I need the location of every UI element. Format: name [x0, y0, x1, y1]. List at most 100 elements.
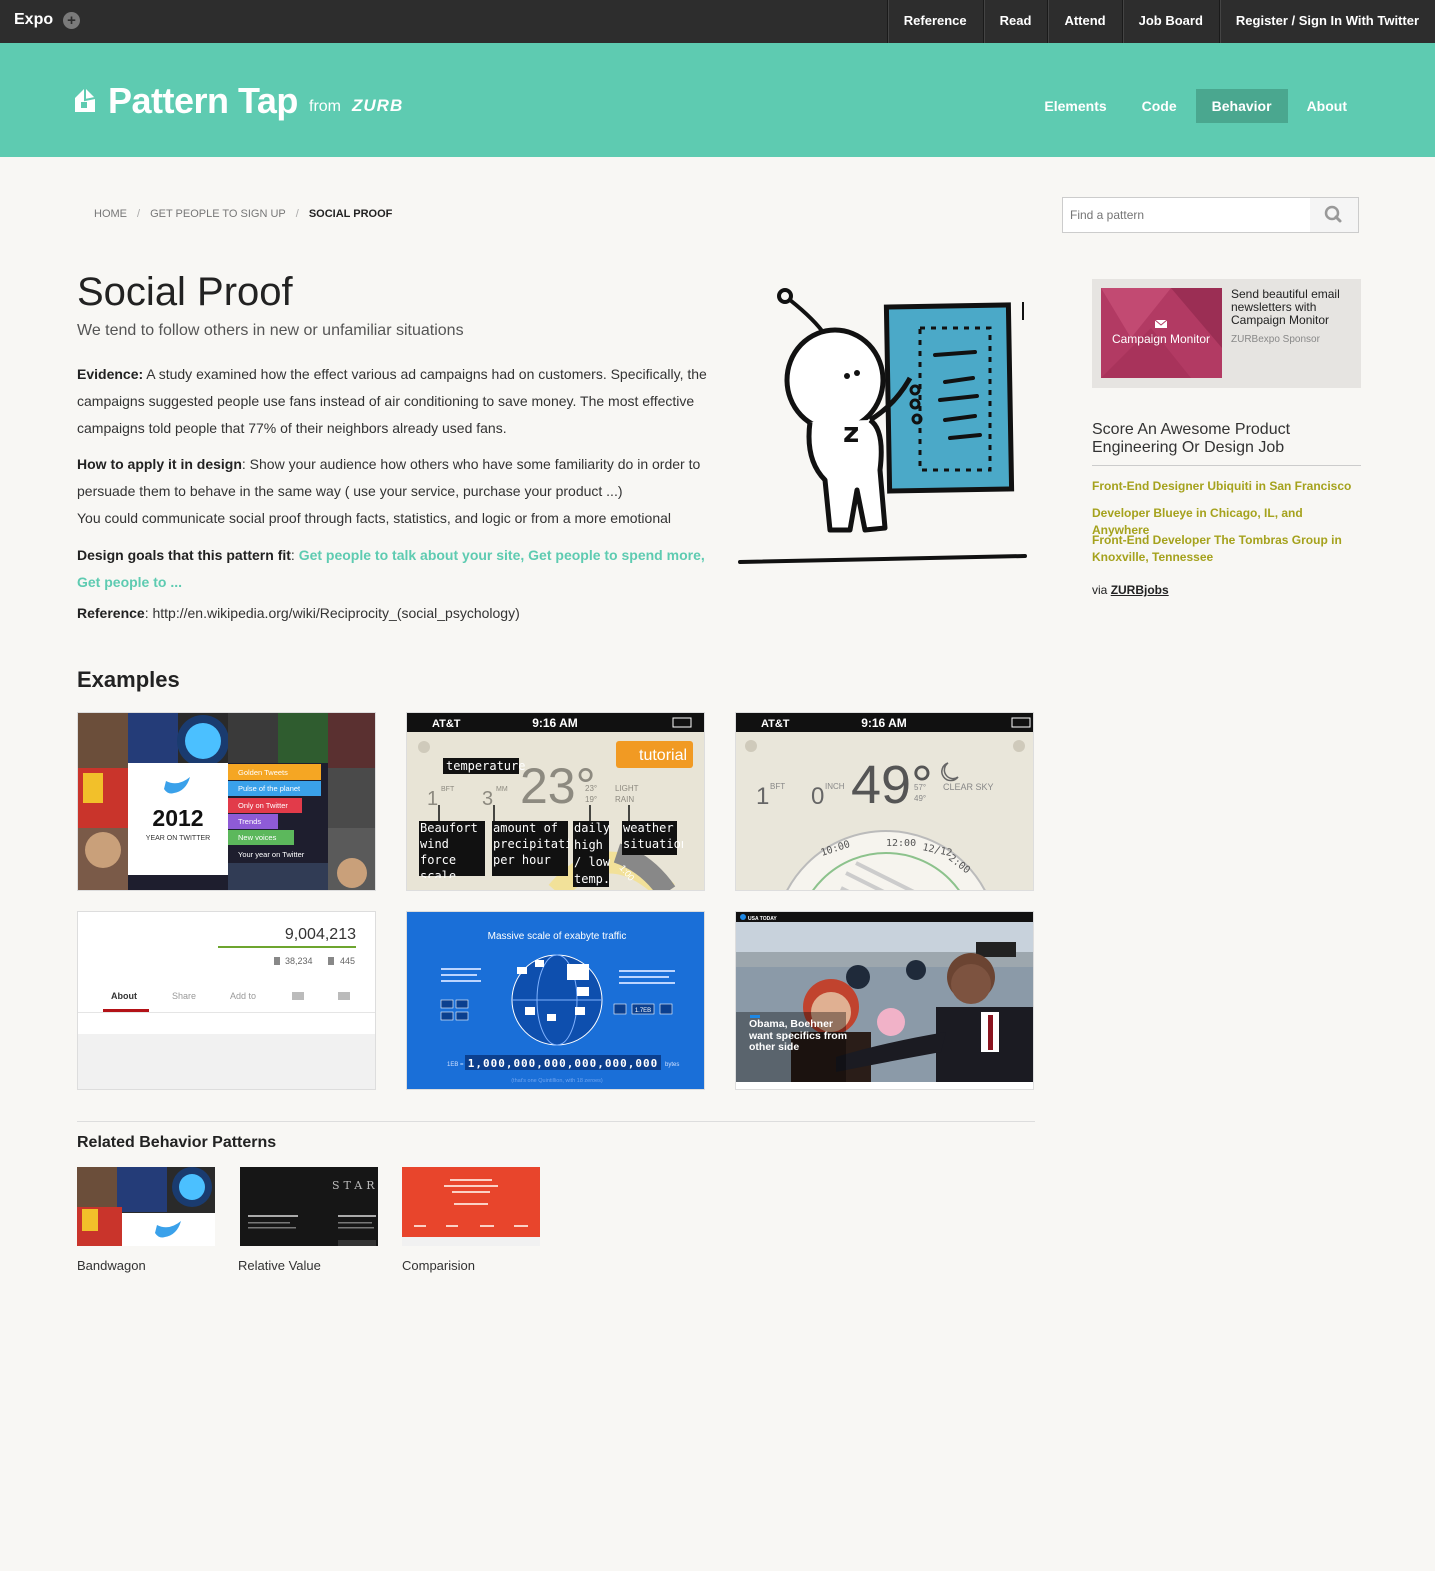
related-comparision-thumb[interactable]	[402, 1167, 540, 1246]
top-nav-register[interactable]: Register / Sign In With Twitter	[1218, 0, 1435, 43]
example-weather[interactable]: AT&T 9:16 AM 1 BFT 0 INCH 49° 57° 49° CL…	[735, 712, 1034, 891]
weather1-label-3: daily high / low temp.	[574, 821, 611, 886]
weather1-label-1: Beaufort wind force scale	[420, 821, 478, 878]
search-box	[1062, 197, 1359, 233]
nav-behavior[interactable]: Behavior	[1195, 89, 1288, 123]
evidence-paragraph: Evidence: A study examined how the effec…	[77, 361, 727, 442]
youtube-dislikes: 445	[340, 956, 355, 966]
weather1-small-4: 23°	[585, 784, 597, 793]
evidence-text: A study examined how the effect various …	[77, 366, 707, 436]
evidence-label: Evidence:	[77, 366, 144, 382]
expo-brand[interactable]: Expo	[14, 11, 53, 29]
thumbs-down-icon	[328, 957, 334, 965]
stats-icon	[292, 992, 304, 1000]
exabyte-note: (that's one Quintillion, with 18 zeroes)	[511, 1078, 603, 1084]
reference-label: Reference	[77, 605, 145, 621]
breadcrumb-home[interactable]: HOME	[94, 208, 127, 220]
example-usa-today[interactable]: USA TODAY Obama, Boehner want specifics …	[735, 911, 1034, 1090]
divider	[77, 1121, 1035, 1122]
youtube-tab-about: About	[111, 991, 137, 1001]
twitter-menu-1: Pulse of the planet	[238, 784, 301, 793]
twitter-menu-4: New voices	[238, 833, 277, 842]
page-title: Social Proof	[77, 270, 293, 314]
apply-label: How to apply it in design	[77, 456, 242, 472]
reference-paragraph: Reference: http://en.wikipedia.org/wiki/…	[77, 600, 727, 627]
weather1-small-6: LIGHT	[615, 784, 639, 793]
example-youtube[interactable]: 9,004,213 38,234 445 About Share Add to	[77, 911, 376, 1090]
weather1-small-7: RAIN	[615, 795, 634, 804]
zurbjobs-link[interactable]: ZURBjobs	[1111, 583, 1169, 597]
related-comparision-label[interactable]: Comparision	[402, 1258, 475, 1273]
twitter-menu-2: Only on Twitter	[238, 801, 288, 810]
svg-text:STAR: STAR	[332, 1179, 378, 1192]
svg-text:z: z	[843, 416, 859, 449]
weather1-label-4: weather situation	[623, 821, 683, 851]
example-exabyte[interactable]: Massive scale of exabyte traffic 1.7EB 1…	[406, 911, 705, 1090]
related-bandwagon-label[interactable]: Bandwagon	[77, 1258, 146, 1273]
apply-text-2: You could communicate social proof throu…	[77, 510, 671, 526]
news-headline: Obama, Boehner want specifics from other…	[749, 1019, 848, 1053]
logo-from: from	[309, 98, 341, 115]
top-nav-reference[interactable]: Reference	[886, 0, 983, 43]
weather1-small-3: MM	[496, 786, 508, 793]
weather2-bft: 1	[756, 783, 769, 810]
weather2-lo: 49°	[914, 794, 926, 803]
usa-today-logo-icon	[740, 914, 746, 920]
nav-about[interactable]: About	[1291, 89, 1363, 123]
top-nav-attend[interactable]: Attend	[1047, 0, 1121, 43]
weather1-small-1: BFT	[441, 786, 455, 793]
reference-link[interactable]: : http://en.wikipedia.org/wiki/Reciproci…	[145, 605, 520, 621]
sponsor-text[interactable]: Send beautiful email newsletters with Ca…	[1231, 288, 1356, 327]
job-link[interactable]: Front-End Designer Ubiquiti in San Franc…	[1092, 478, 1362, 495]
weather1-small-5: 19°	[585, 795, 597, 804]
weather1-tutorial: tutorial	[639, 747, 687, 764]
search-input[interactable]	[1063, 198, 1311, 232]
job-link[interactable]: Front-End Developer The Tombras Group in…	[1092, 532, 1362, 566]
top-nav-read[interactable]: Read	[982, 0, 1048, 43]
search-button[interactable]	[1310, 198, 1358, 232]
house-icon[interactable]	[73, 86, 97, 113]
thumbs-up-icon	[274, 957, 280, 965]
breadcrumb-sign-up[interactable]: GET PEOPLE TO SIGN UP	[150, 208, 286, 220]
examples-title: Examples	[77, 667, 180, 692]
example-twitter[interactable]: 2012 YEAR ON TWITTER Golden Tweets Pulse…	[77, 712, 376, 891]
weather2-condition: CLEAR SKY	[943, 782, 994, 792]
via-line: via ZURBjobs	[1092, 583, 1169, 597]
exabyte-number: 1,000,000,000,000,000,000	[468, 1057, 659, 1070]
sponsor-ad[interactable]: Campaign Monitor Send beautiful email ne…	[1092, 279, 1361, 388]
related-relative-value-thumb[interactable]: STAR	[240, 1167, 378, 1246]
goals-paragraph: Design goals that this pattern fit: Get …	[77, 542, 727, 596]
example-weather-tutorial[interactable]: AT&T 9:16 AM tutorial 23° 1 BFT 3 MM 23°…	[406, 712, 705, 891]
campaign-monitor-logo[interactable]: Campaign Monitor	[1101, 288, 1222, 378]
twitter-year: 2012	[152, 805, 203, 831]
site-header: Pattern Tap from ZURB Elements Code Beha…	[0, 43, 1435, 157]
youtube-likes: 38,234	[285, 956, 313, 966]
nav-elements[interactable]: Elements	[1028, 89, 1122, 123]
related-relative-value-label[interactable]: Relative Value	[238, 1258, 321, 1273]
top-nav: Reference Read Attend Job Board Register…	[886, 0, 1435, 43]
plus-circle-icon[interactable]: +	[63, 12, 80, 29]
top-nav-job-board[interactable]: Job Board	[1121, 0, 1219, 43]
goals-colon: :	[290, 547, 299, 563]
nav-code[interactable]: Code	[1126, 89, 1193, 123]
youtube-views: 9,004,213	[285, 926, 356, 943]
via-text: via	[1092, 583, 1108, 597]
weather2-bft-unit: BFT	[770, 782, 785, 791]
weather1-time: 9:16 AM	[532, 716, 578, 730]
weather2-hi: 57°	[914, 783, 926, 792]
twitter-menu-3: Trends	[238, 817, 261, 826]
weather1-small-2: 3	[482, 788, 493, 810]
related-title: Related Behavior Patterns	[77, 1134, 277, 1151]
weather2-inch: 0	[811, 783, 824, 810]
exabyte-title: Massive scale of exabyte traffic	[488, 931, 627, 942]
youtube-tab-share: Share	[172, 991, 196, 1001]
social-proof-illustration: z	[738, 288, 1027, 564]
weather2-carrier: AT&T	[761, 718, 790, 730]
main-nav: Elements Code Behavior About	[1025, 89, 1363, 123]
twitter-menu-5: Your year on Twitter	[238, 850, 305, 859]
zurb-logo[interactable]: ZURB	[352, 96, 403, 116]
related-bandwagon-thumb[interactable]	[77, 1167, 215, 1246]
weather1-small-0: 1	[427, 788, 438, 810]
logo-title[interactable]: Pattern Tap	[108, 80, 298, 122]
exabyte-badge: 1.7EB	[635, 1008, 651, 1014]
